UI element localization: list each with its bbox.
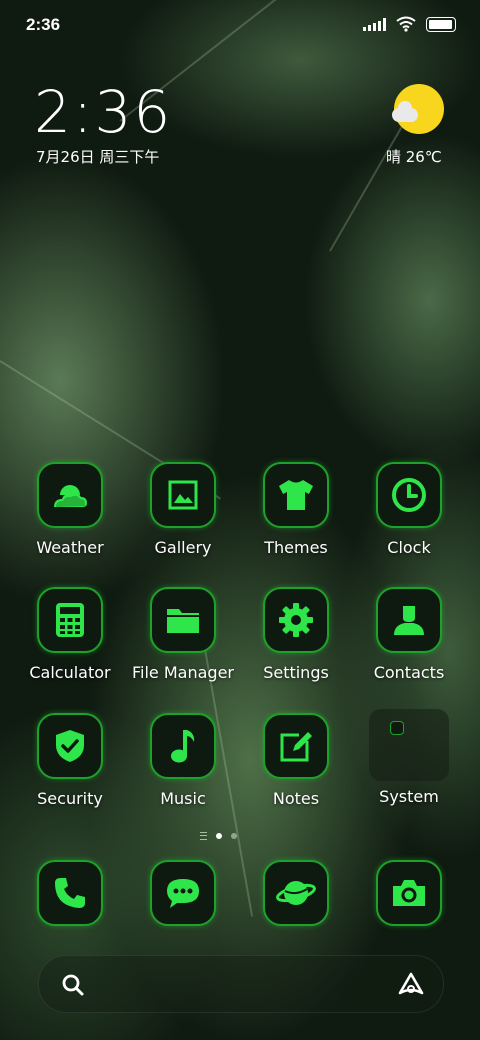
app-label: Weather <box>36 538 104 557</box>
phone-icon <box>37 860 103 926</box>
app-label: Notes <box>272 789 320 808</box>
search-icon <box>62 974 84 996</box>
folder-group-icon <box>369 709 449 781</box>
app-clock[interactable]: Clock <box>354 462 464 557</box>
clock-widget-time[interactable]: 2:36 <box>34 78 172 146</box>
app-label: Clock <box>387 538 431 557</box>
signal-icon <box>363 17 386 31</box>
app-label: Contacts <box>373 663 445 682</box>
app-label: File Manager <box>132 663 234 682</box>
app-themes[interactable]: Themes <box>241 462 351 557</box>
mini-app-icon <box>390 721 404 735</box>
app-contacts[interactable]: Contacts <box>354 587 464 682</box>
app-label: Security <box>37 789 103 808</box>
music-note-icon <box>150 713 216 779</box>
app-notes[interactable]: Notes <box>241 713 351 808</box>
app-label: Gallery <box>154 538 212 557</box>
page-indicator[interactable] <box>200 832 237 840</box>
gear-icon <box>263 587 329 653</box>
app-settings[interactable]: Settings <box>241 587 351 682</box>
status-bar: 2:36 <box>0 0 480 50</box>
search-bar[interactable] <box>38 955 444 1013</box>
dock-phone[interactable] <box>37 860 103 926</box>
dock-camera[interactable] <box>376 860 442 926</box>
weather-sun-cloud-icon[interactable] <box>392 84 444 136</box>
messages-icon <box>150 860 216 926</box>
app-gallery[interactable]: Gallery <box>128 462 238 557</box>
app-label: System <box>379 787 439 806</box>
folder-icon <box>150 587 216 653</box>
app-label: Calculator <box>29 663 111 682</box>
app-file-manager[interactable]: File Manager <box>128 587 238 682</box>
weather-icon <box>37 462 103 528</box>
battery-icon <box>426 16 456 32</box>
folder-system[interactable]: System <box>354 709 464 806</box>
app-label: Settings <box>263 663 329 682</box>
status-time: 2:36 <box>26 15 61 34</box>
notes-icon <box>263 713 329 779</box>
page-dot-active <box>216 833 222 839</box>
app-label: Music <box>160 789 206 808</box>
clock-widget-date: 7月26日 周三下午 <box>36 148 160 166</box>
app-weather[interactable]: Weather <box>15 462 125 557</box>
camera-icon <box>376 860 442 926</box>
assistant-icon[interactable] <box>397 971 425 997</box>
home-screen: 2:36 2:36 7月26日 周三下午 晴 26℃ Weather Galle… <box>0 0 480 1040</box>
app-security[interactable]: Security <box>15 713 125 808</box>
clock-icon <box>376 462 442 528</box>
wifi-icon <box>396 16 416 32</box>
app-music[interactable]: Music <box>128 713 238 808</box>
app-label: Themes <box>264 538 328 557</box>
weather-widget-text: 晴 26℃ <box>386 148 442 166</box>
calculator-icon <box>37 587 103 653</box>
contact-icon <box>376 587 442 653</box>
browser-planet-icon <box>263 860 329 926</box>
app-calculator[interactable]: Calculator <box>15 587 125 682</box>
tshirt-icon <box>263 462 329 528</box>
gallery-icon <box>150 462 216 528</box>
dock-messages[interactable] <box>150 860 216 926</box>
dock-browser[interactable] <box>263 860 329 926</box>
page-dot <box>231 833 237 839</box>
page-list-icon <box>200 832 207 840</box>
shield-icon <box>37 713 103 779</box>
